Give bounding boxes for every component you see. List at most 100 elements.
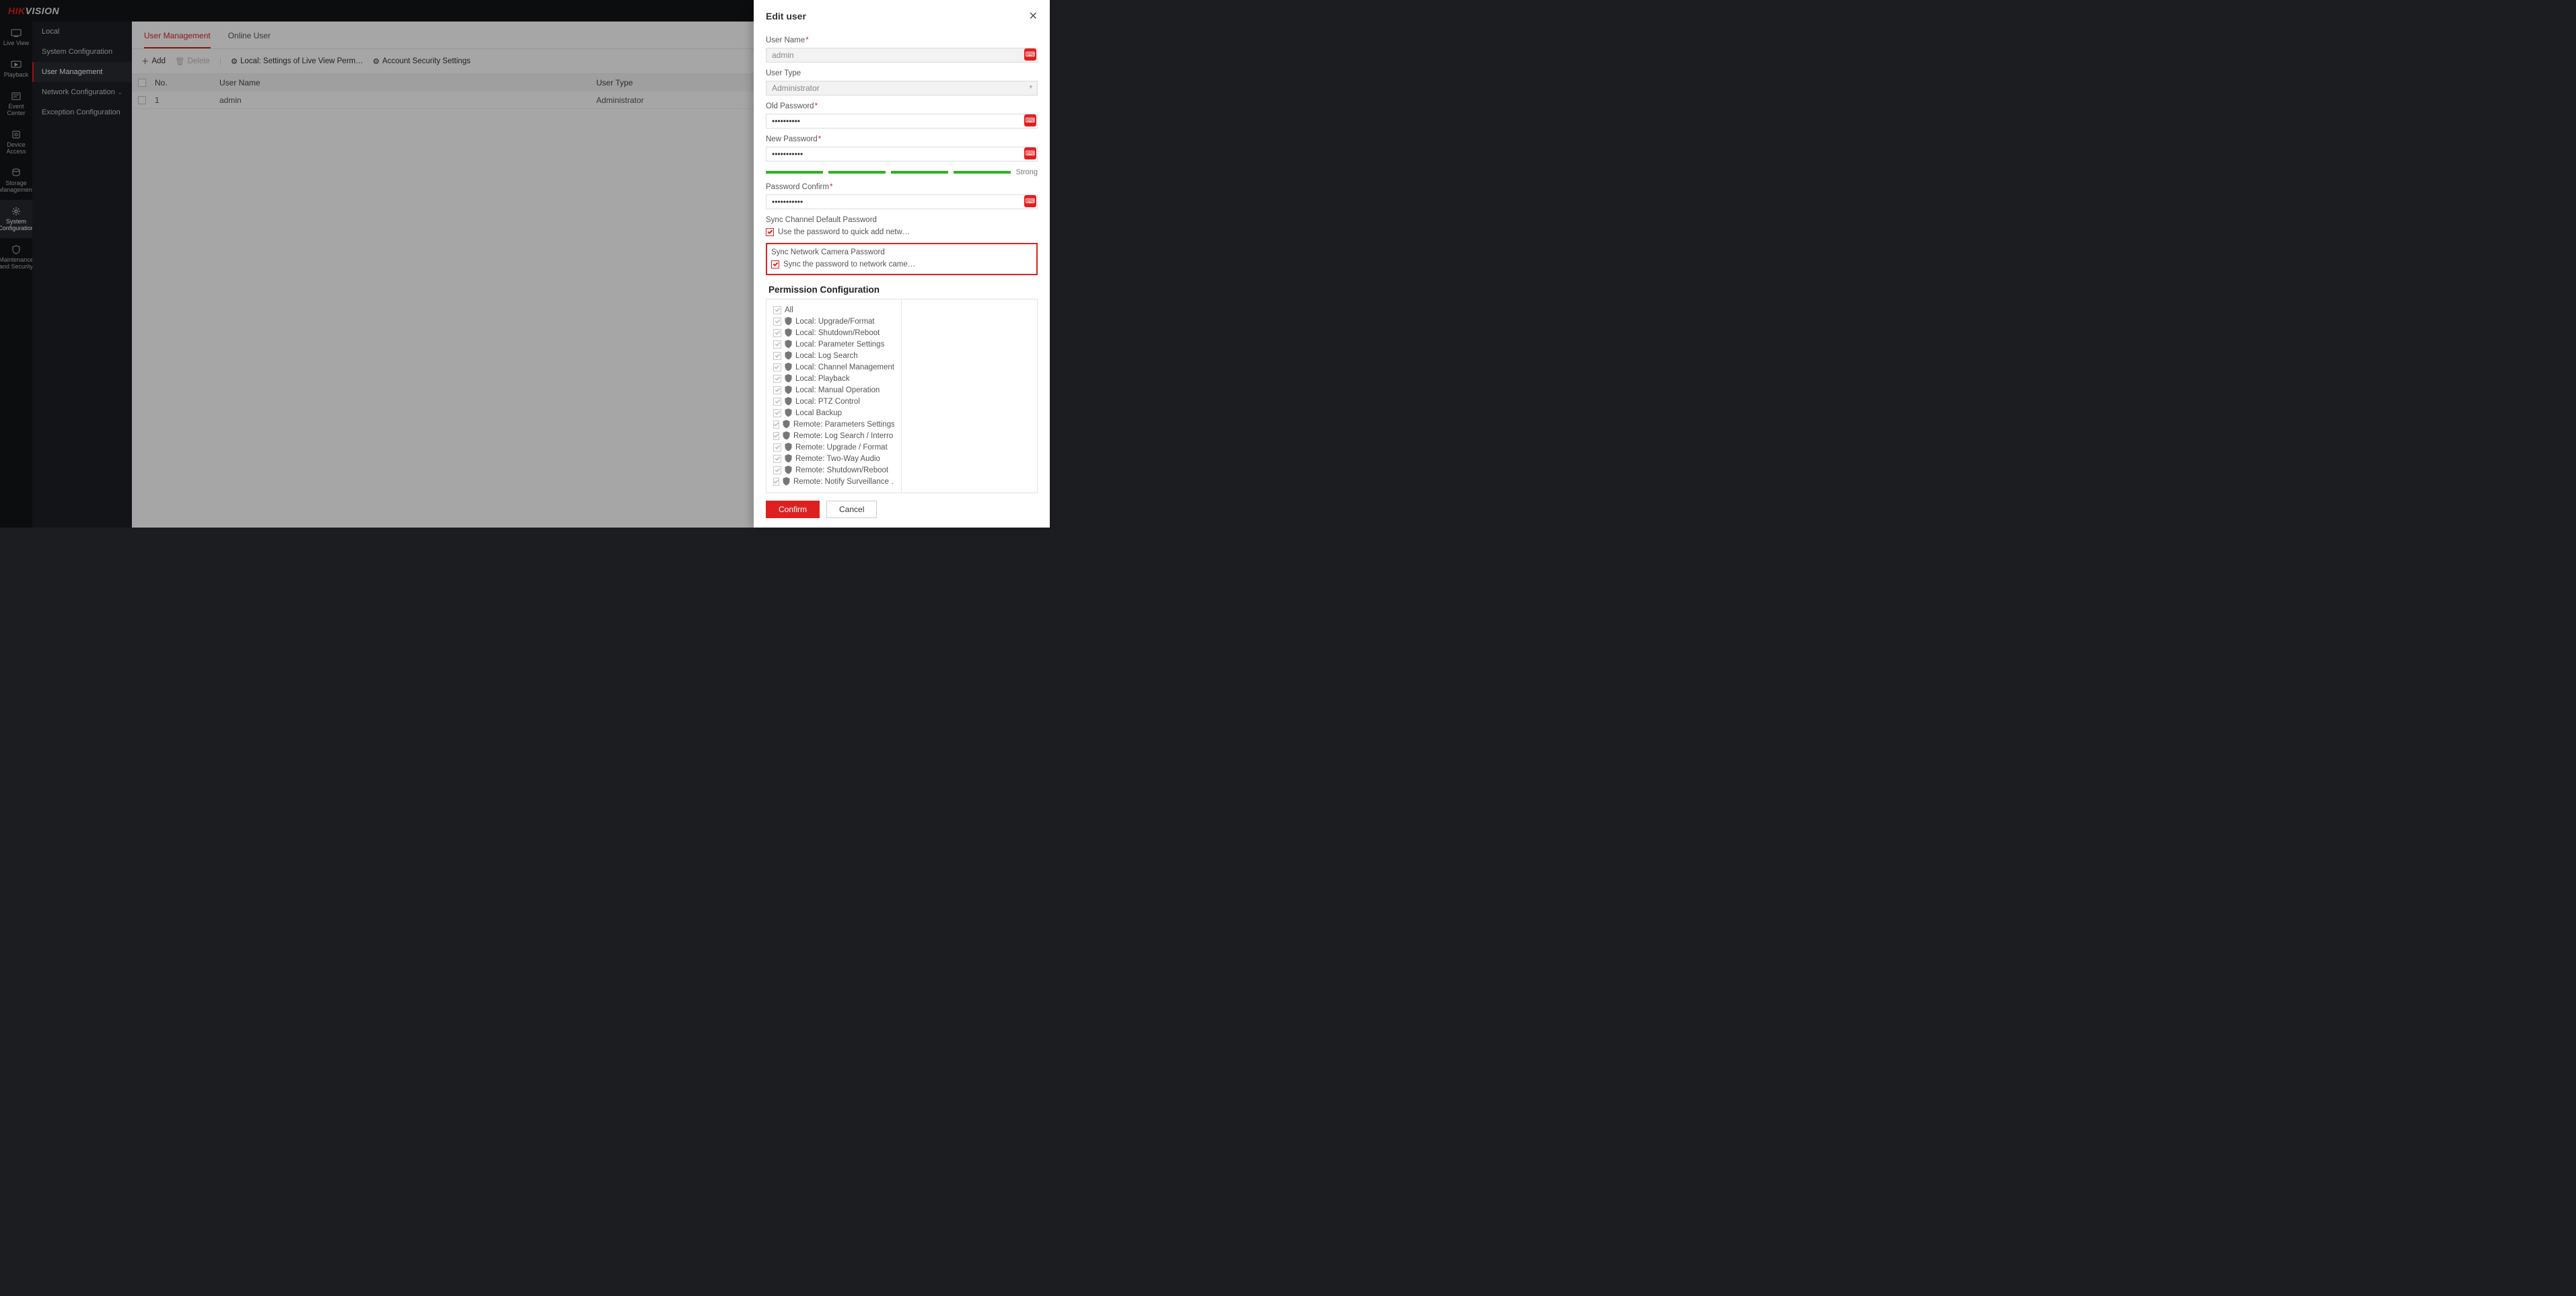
perm-item[interactable]: Local Backup: [773, 407, 894, 419]
perm-checkbox[interactable]: [773, 375, 781, 383]
perm-label: Local: Playback: [795, 375, 850, 383]
panel-footer: Confirm Cancel: [754, 494, 1050, 528]
permission-col-right: [902, 299, 1036, 493]
perm-label: Remote: Two-Way Audio: [795, 455, 880, 463]
perm-checkbox[interactable]: [773, 340, 781, 349]
perm-item[interactable]: Remote: Notify Surveillance …: [773, 476, 894, 487]
perm-checkbox[interactable]: [773, 443, 781, 452]
perm-item[interactable]: Local: Channel Management: [773, 361, 894, 373]
field-oldpw: Old Password* ⌨: [766, 102, 1038, 129]
perm-checkbox[interactable]: [773, 478, 779, 486]
old-password-input[interactable]: [766, 114, 1038, 129]
cancel-button[interactable]: Cancel: [826, 501, 877, 518]
perm-checkbox[interactable]: [773, 421, 779, 429]
shield-icon: [783, 477, 790, 486]
confirm-button[interactable]: Confirm: [766, 501, 820, 518]
perm-checkbox[interactable]: [773, 398, 781, 406]
field-username: User Name* ⌨: [766, 36, 1038, 63]
perm-item[interactable]: Remote: Parameters Settings: [773, 419, 894, 430]
checkbox-all[interactable]: [773, 306, 781, 314]
shield-icon: [785, 317, 792, 326]
shield-icon: [785, 397, 792, 406]
field-newpw: New Password* ⌨: [766, 135, 1038, 161]
strength-bar: [766, 171, 823, 174]
perm-label: Local: Shutdown/Reboot: [795, 329, 880, 337]
panel-body: User Name* ⌨ User Type ▾ Old Password* ⌨…: [754, 26, 1050, 494]
perm-label: Remote: Notify Surveillance …: [793, 478, 894, 486]
shield-icon: [785, 466, 792, 474]
confirm-password-input[interactable]: [766, 194, 1038, 209]
new-password-input[interactable]: [766, 147, 1038, 161]
strength-bar: [891, 171, 948, 174]
perm-item[interactable]: Local: Log Search: [773, 350, 894, 361]
strength-bar: [828, 171, 886, 174]
edit-user-panel: Edit user ✕ User Name* ⌨ User Type ▾ Old…: [754, 0, 1050, 528]
close-icon[interactable]: ✕: [1029, 9, 1038, 23]
shield-icon: [783, 420, 790, 429]
perm-label: Local: Channel Management: [795, 363, 894, 371]
perm-checkbox[interactable]: [773, 409, 781, 417]
panel-title: Edit user: [766, 11, 806, 22]
checkbox-label: Sync the password to network came…: [783, 260, 915, 268]
field-usertype: User Type ▾: [766, 69, 1038, 96]
perm-item[interactable]: Remote: Shutdown/Reboot: [773, 464, 894, 476]
shield-icon: [785, 351, 792, 360]
keyboard-icon[interactable]: ⌨: [1024, 147, 1036, 159]
perm-item[interactable]: Local: Parameter Settings: [773, 338, 894, 350]
section-sync-camera-highlight: Sync Network Camera Password Sync the pa…: [766, 243, 1038, 275]
perm-all[interactable]: All: [773, 305, 894, 316]
perm-checkbox[interactable]: [773, 386, 781, 394]
shield-icon: [785, 443, 792, 452]
checkbox-sync-camera[interactable]: [771, 260, 779, 268]
keyboard-icon[interactable]: ⌨: [1024, 48, 1036, 61]
perm-checkbox[interactable]: [773, 455, 781, 463]
perm-label: Remote: Log Search / Interro…: [793, 432, 894, 440]
username-input[interactable]: [766, 48, 1038, 63]
perm-item[interactable]: Remote: Upgrade / Format: [773, 441, 894, 453]
shield-icon: [785, 386, 792, 394]
perm-checkbox[interactable]: [773, 363, 781, 371]
perm-label: Local Backup: [795, 409, 842, 417]
strength-bar: [954, 171, 1011, 174]
perm-label: Local: Log Search: [795, 352, 858, 360]
permission-configuration-title: Permission Configuration: [768, 285, 1038, 295]
perm-checkbox[interactable]: [773, 352, 781, 360]
shield-icon: [783, 431, 790, 440]
perm-label: Local: Upgrade/Format: [795, 318, 875, 326]
password-strength: Strong: [766, 168, 1038, 176]
perm-item[interactable]: Local: Shutdown/Reboot: [773, 327, 894, 338]
keyboard-icon[interactable]: ⌨: [1024, 195, 1036, 207]
checkbox-quick-add[interactable]: [766, 228, 774, 236]
shield-icon: [785, 340, 792, 349]
perm-item[interactable]: Local: Manual Operation: [773, 384, 894, 396]
shield-icon: [785, 408, 792, 417]
usertype-select[interactable]: [766, 81, 1038, 96]
perm-item[interactable]: Remote: Log Search / Interro…: [773, 430, 894, 441]
perm-label: Remote: Shutdown/Reboot: [795, 466, 888, 474]
perm-label: Remote: Parameters Settings: [793, 421, 894, 429]
perm-label: Local: PTZ Control: [795, 398, 860, 406]
checkbox-label: Use the password to quick add netw…: [778, 228, 910, 236]
perm-label: Local: Manual Operation: [795, 386, 880, 394]
perm-checkbox[interactable]: [773, 329, 781, 337]
keyboard-icon[interactable]: ⌨: [1024, 114, 1036, 127]
perm-checkbox[interactable]: [773, 466, 781, 474]
chevron-down-icon[interactable]: ▾: [1029, 83, 1032, 91]
perm-checkbox[interactable]: [773, 432, 779, 440]
perm-checkbox[interactable]: [773, 318, 781, 326]
perm-item[interactable]: Local: Upgrade/Format: [773, 316, 894, 327]
shield-icon: [785, 328, 792, 337]
strength-text: Strong: [1016, 168, 1038, 176]
field-pwconfirm: Password Confirm* ⌨: [766, 183, 1038, 209]
permission-box: All Local: Upgrade/Format Local: Shutdown…: [766, 299, 1038, 493]
perm-item[interactable]: Local: PTZ Control: [773, 396, 894, 407]
panel-header: Edit user ✕: [754, 0, 1050, 26]
shield-icon: [785, 374, 792, 383]
perm-item[interactable]: Local: Playback: [773, 373, 894, 384]
perm-label: Local: Parameter Settings: [795, 340, 884, 349]
section-sync-channel: Sync Channel Default Password Use the pa…: [766, 216, 1038, 236]
permission-col-left: All Local: Upgrade/Format Local: Shutdown…: [766, 299, 901, 493]
perm-label: Remote: Upgrade / Format: [795, 443, 888, 452]
perm-item[interactable]: Remote: Two-Way Audio: [773, 453, 894, 464]
shield-icon: [785, 454, 792, 463]
